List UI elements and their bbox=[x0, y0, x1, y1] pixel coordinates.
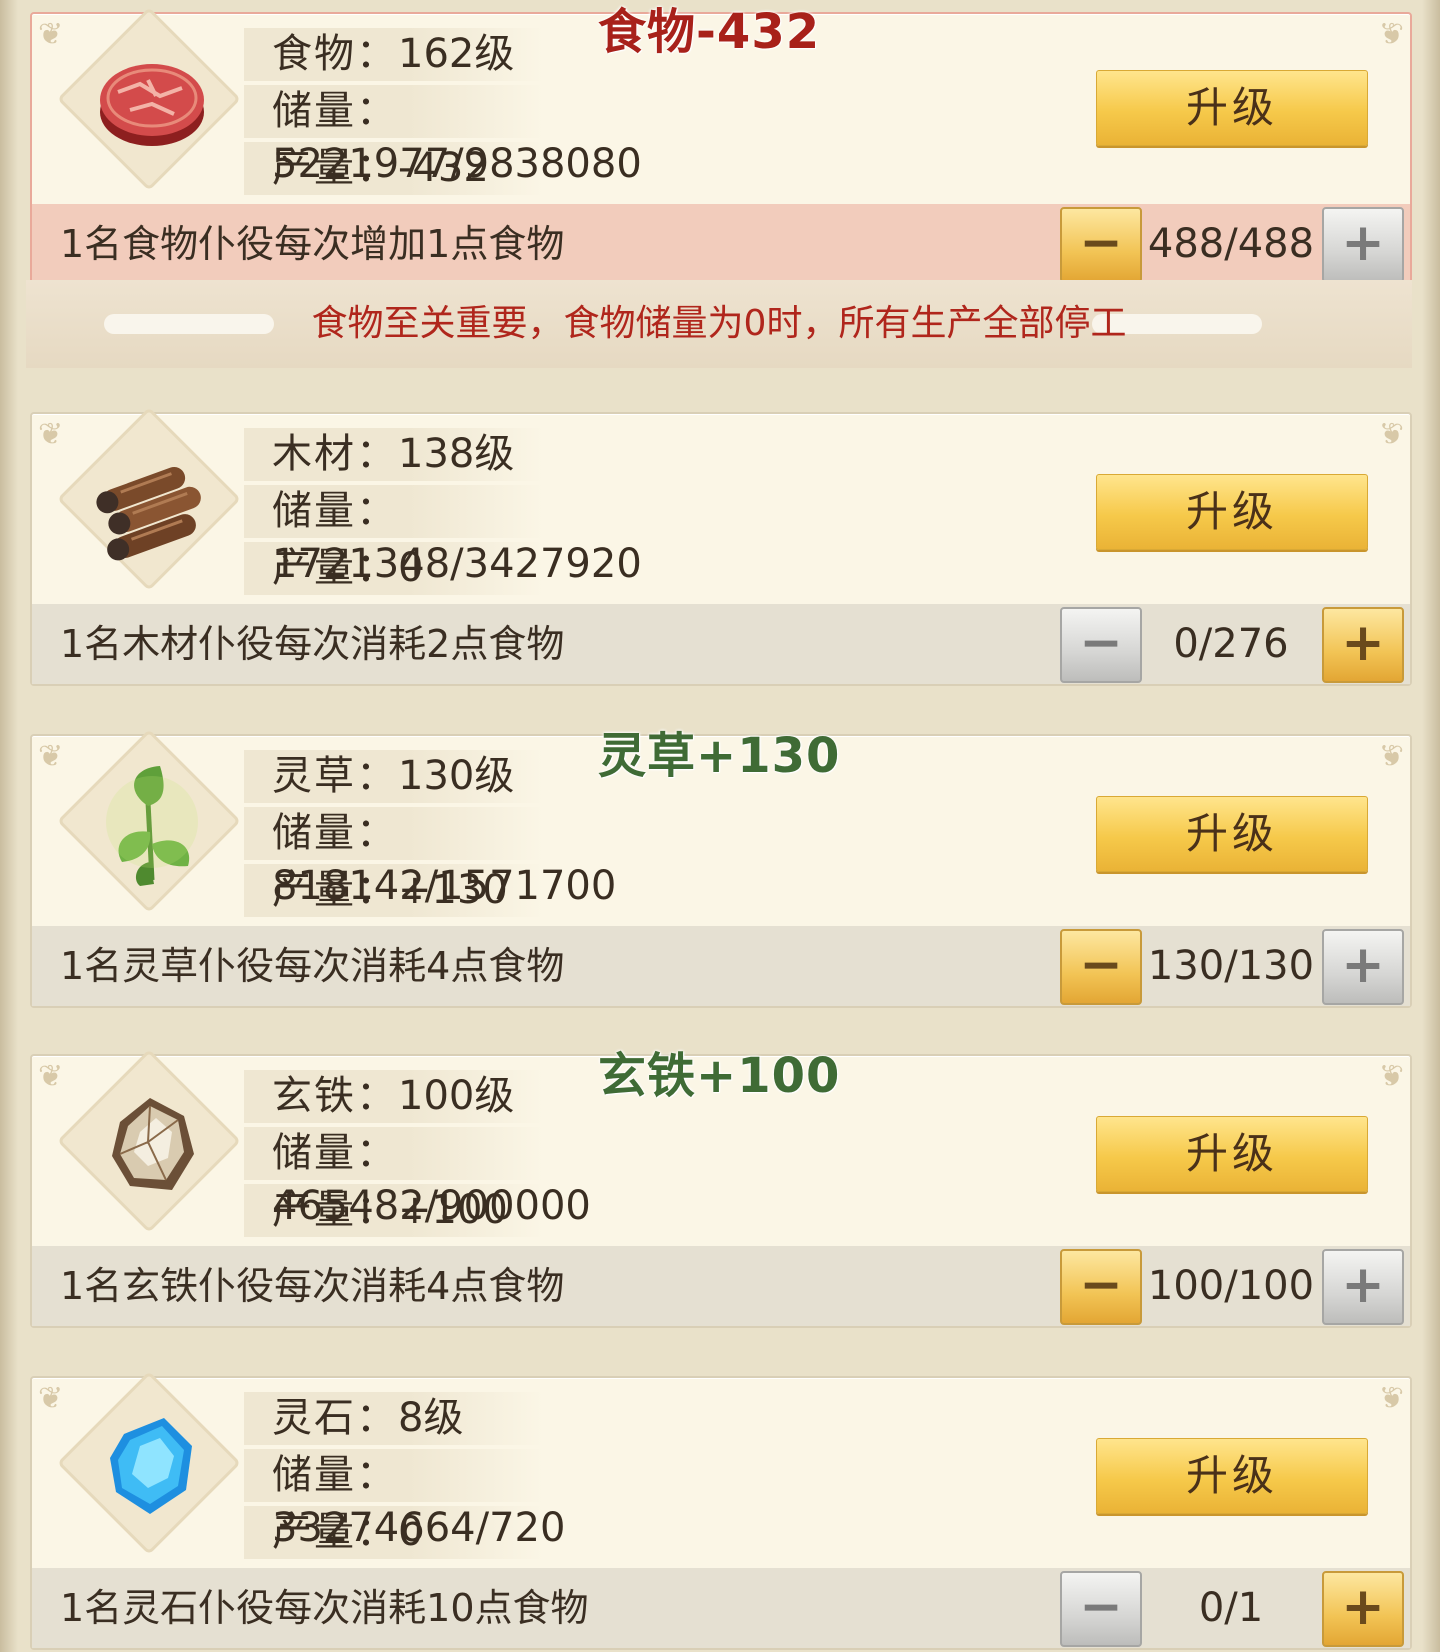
storage-label: 储量： bbox=[272, 488, 398, 534]
corner-ornament-icon: ❦ bbox=[1378, 1059, 1404, 1094]
level-row: 玄铁：100级 bbox=[244, 1070, 544, 1123]
level-label: 木材： bbox=[272, 431, 398, 477]
storage-label: 储量： bbox=[272, 1452, 398, 1498]
upgrade-button[interactable]: 升级 bbox=[1096, 1116, 1368, 1192]
corner-ornament-icon: ❦ bbox=[38, 417, 64, 452]
output-label: 产量： bbox=[272, 1509, 398, 1555]
storage-row: 储量：465482/900000 bbox=[244, 1127, 591, 1229]
storage-row: 储量：5221977/9838080 bbox=[244, 85, 642, 187]
wood-logs-icon bbox=[96, 466, 201, 561]
corner-ornament-icon: ❦ bbox=[1378, 417, 1404, 452]
resource-card-spirit-stone: ❦ ❦ 灵石：8级 储量：33274664/720 产量：0 升级 1名灵石仆役… bbox=[30, 1371, 1412, 1650]
worker-count: 100/100 bbox=[1147, 1263, 1315, 1309]
upgrade-button[interactable]: 升级 bbox=[1096, 1438, 1368, 1514]
level-row: 灵石：8级 bbox=[244, 1392, 544, 1445]
level-label: 灵石： bbox=[272, 1395, 398, 1441]
output-label: 产量： bbox=[272, 145, 398, 191]
storage-label: 储量： bbox=[272, 1130, 398, 1176]
stats-block: 食物：162级 储量：5221977/9838080 产量：-432 bbox=[244, 28, 642, 199]
output-value: +100 bbox=[398, 1187, 508, 1233]
food-warning-text: 食物至关重要，食物储量为0时，所有生产全部停工 bbox=[311, 303, 1127, 344]
output-label: 产量： bbox=[272, 1187, 398, 1233]
iron-ore-icon bbox=[112, 1098, 194, 1190]
output-value: +130 bbox=[398, 867, 508, 913]
stats-block: 灵草：130级 储量：818142/1571700 产量：+130 bbox=[244, 750, 616, 921]
output-value: 0 bbox=[398, 545, 424, 591]
level-row: 食物：162级 bbox=[244, 28, 544, 81]
worker-description: 1名玄铁仆役每次消耗4点食物 bbox=[60, 1264, 565, 1308]
herb-change-label: 灵草+130 bbox=[598, 728, 841, 784]
resource-panel: ❦ ❦ 食物：162级 储量：5221977/9838080 产量：-432 升… bbox=[0, 0, 1440, 1652]
food-warning-bar: 食物至关重要，食物储量为0时，所有生产全部停工 bbox=[26, 280, 1412, 368]
decrease-workers-button[interactable]: − bbox=[1060, 1249, 1142, 1325]
level-value: 138级 bbox=[398, 431, 515, 477]
increase-workers-button[interactable]: + bbox=[1322, 1249, 1404, 1325]
worker-bar: 1名食物仆役每次增加1点食物 − 488/488 + bbox=[32, 204, 1410, 284]
level-row: 木材：138级 bbox=[244, 428, 544, 481]
decrease-workers-button[interactable]: − bbox=[1060, 1571, 1142, 1647]
corner-ornament-icon: ❦ bbox=[38, 1381, 64, 1416]
level-label: 灵草： bbox=[272, 753, 398, 799]
worker-bar: 1名灵草仆役每次消耗4点食物 − 130/130 + bbox=[32, 926, 1410, 1006]
upgrade-button[interactable]: 升级 bbox=[1096, 796, 1368, 872]
level-value: 100级 bbox=[398, 1073, 515, 1119]
corner-ornament-icon: ❦ bbox=[38, 739, 64, 774]
worker-description: 1名灵草仆役每次消耗4点食物 bbox=[60, 944, 565, 988]
worker-description: 1名木材仆役每次消耗2点食物 bbox=[60, 622, 565, 666]
level-value: 130级 bbox=[398, 753, 515, 799]
increase-workers-button[interactable]: + bbox=[1322, 1571, 1404, 1647]
worker-bar: 1名木材仆役每次消耗2点食物 − 0/276 + bbox=[32, 604, 1410, 684]
corner-ornament-icon: ❦ bbox=[1378, 1381, 1404, 1416]
storage-row: 储量：1721348/3427920 bbox=[244, 485, 642, 587]
upgrade-button[interactable]: 升级 bbox=[1096, 70, 1368, 146]
corner-ornament-icon: ❦ bbox=[1378, 17, 1404, 52]
iron-change-label: 玄铁+100 bbox=[598, 1048, 841, 1104]
level-value: 8级 bbox=[398, 1395, 464, 1441]
level-label: 玄铁： bbox=[272, 1073, 398, 1119]
food-change-label: 食物-432 bbox=[598, 4, 821, 60]
decrease-workers-button[interactable]: − bbox=[1060, 207, 1142, 283]
output-row: 产量：+100 bbox=[244, 1184, 544, 1237]
corner-ornament-icon: ❦ bbox=[1378, 739, 1404, 774]
worker-count: 0/1 bbox=[1198, 1585, 1264, 1631]
upgrade-button[interactable]: 升级 bbox=[1096, 474, 1368, 550]
worker-bar: 1名玄铁仆役每次消耗4点食物 − 100/100 + bbox=[32, 1246, 1410, 1326]
output-value: -432 bbox=[398, 145, 489, 191]
meat-icon bbox=[100, 64, 204, 146]
storage-label: 储量： bbox=[272, 88, 398, 134]
worker-bar: 1名灵石仆役每次消耗10点食物 − 0/1 + bbox=[32, 1568, 1410, 1648]
herb-leaf-icon bbox=[106, 766, 198, 886]
level-row: 灵草：130级 bbox=[244, 750, 544, 803]
output-value: 0 bbox=[398, 1509, 424, 1555]
output-row: 产量：+130 bbox=[244, 864, 544, 917]
worker-description: 1名食物仆役每次增加1点食物 bbox=[60, 222, 565, 266]
stats-block: 木材：138级 储量：1721348/3427920 产量：0 bbox=[244, 428, 642, 599]
increase-workers-button[interactable]: + bbox=[1322, 607, 1404, 683]
stats-block: 灵石：8级 储量：33274664/720 产量：0 bbox=[244, 1392, 565, 1563]
worker-description: 1名灵石仆役每次消耗10点食物 bbox=[60, 1586, 589, 1630]
storage-label: 储量： bbox=[272, 810, 398, 856]
worker-count: 130/130 bbox=[1147, 943, 1315, 989]
worker-count: 488/488 bbox=[1147, 221, 1315, 267]
level-label: 食物： bbox=[272, 31, 398, 77]
output-label: 产量： bbox=[272, 545, 398, 591]
decrease-workers-button[interactable]: − bbox=[1060, 929, 1142, 1005]
spirit-stone-icon bbox=[110, 1418, 192, 1514]
resource-card-wood: ❦ ❦ 木材：138级 储量：1721348/3427920 产量：0 升级 1… bbox=[30, 407, 1412, 686]
corner-ornament-icon: ❦ bbox=[38, 1059, 64, 1094]
decrease-workers-button[interactable]: − bbox=[1060, 607, 1142, 683]
output-label: 产量： bbox=[272, 867, 398, 913]
storage-row: 储量：818142/1571700 bbox=[244, 807, 616, 909]
increase-workers-button[interactable]: + bbox=[1322, 207, 1404, 283]
increase-workers-button[interactable]: + bbox=[1322, 929, 1404, 1005]
stats-block: 玄铁：100级 储量：465482/900000 产量：+100 bbox=[244, 1070, 591, 1241]
worker-count: 0/276 bbox=[1173, 621, 1289, 667]
storage-row: 储量：33274664/720 bbox=[244, 1449, 565, 1551]
level-value: 162级 bbox=[398, 31, 515, 77]
corner-ornament-icon: ❦ bbox=[38, 17, 64, 52]
